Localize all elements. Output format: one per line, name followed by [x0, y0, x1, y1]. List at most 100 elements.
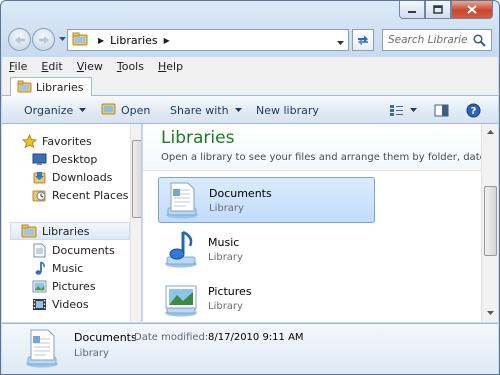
search-box[interactable] [382, 29, 492, 51]
scrollbar-thumb[interactable] [132, 140, 141, 218]
caption-buttons [399, 1, 493, 20]
close-button[interactable] [451, 1, 493, 19]
library-header: Libraries Open a library to see your fil… [143, 124, 481, 171]
menu-tools[interactable]: Tools [117, 60, 144, 73]
recent-pages-dropdown[interactable] [59, 37, 67, 42]
help-icon: ? [466, 103, 481, 117]
downloads-icon [31, 169, 47, 185]
scroll-down-button[interactable] [482, 305, 498, 321]
maximize-button[interactable] [425, 1, 451, 19]
breadcrumb-separator-icon: ▶ [98, 35, 105, 45]
search-input[interactable] [388, 34, 468, 46]
breadcrumb-separator-icon[interactable]: ▶ [164, 36, 170, 45]
documents-library-icon [26, 329, 58, 368]
open-button[interactable]: Open [95, 99, 156, 121]
breadcrumb-libraries[interactable]: Libraries [110, 34, 158, 47]
chevron-up-icon [486, 129, 494, 134]
nav-item-label: Music [52, 261, 84, 275]
nav-item-desktop[interactable]: Desktop [31, 150, 141, 168]
library-kind: Library [209, 202, 244, 214]
details-item-kind: Library [74, 348, 109, 359]
library-name: Documents [209, 186, 272, 200]
menu-tools-label: ools [121, 60, 144, 73]
change-view-button[interactable] [383, 99, 423, 121]
libraries-folder-icon [17, 80, 32, 96]
menu-view-label: iew [84, 60, 103, 73]
back-button[interactable] [8, 28, 31, 51]
details-date-modified-label: Date modified: [134, 332, 209, 343]
menu-edit-label: dit [48, 60, 63, 73]
library-item-pictures[interactable]: Pictures Library [158, 275, 375, 321]
library-item-music[interactable]: Music Library [158, 226, 375, 272]
nav-item-label: Downloads [52, 170, 113, 184]
search-icon[interactable] [473, 34, 486, 50]
nav-item-label: Pictures [52, 279, 96, 293]
chevron-down-icon [59, 37, 66, 41]
music-library-icon [165, 230, 197, 268]
back-arrow-icon [14, 35, 25, 44]
nav-libraries[interactable]: Libraries [10, 222, 130, 240]
chevron-down-icon [410, 107, 417, 112]
chevron-down-icon [79, 107, 87, 112]
star-icon [21, 133, 37, 149]
pictures-library-icon [165, 285, 197, 317]
nav-item-documents[interactable]: Documents [31, 241, 141, 259]
organize-label: Organize [24, 103, 74, 117]
chevron-down-icon [486, 310, 494, 315]
share-with-label: Share with [170, 103, 229, 117]
picture-icon [31, 278, 47, 294]
library-kind: Library [208, 300, 243, 312]
nav-favorites[interactable]: Favorites [21, 132, 141, 150]
address-bar[interactable]: ▶ Libraries ▶ [67, 29, 349, 51]
menu-bar: File Edit View Tools Help [2, 57, 498, 76]
document-icon [31, 242, 47, 258]
preview-pane-button[interactable] [428, 99, 455, 121]
forward-button[interactable] [32, 28, 55, 51]
details-item-name: Documents [74, 331, 137, 344]
music-note-icon [31, 260, 47, 276]
recent-places-icon [31, 187, 47, 203]
libraries-folder-icon [72, 32, 88, 49]
library-item-text: Pictures Library [208, 285, 252, 312]
chevron-down-icon [234, 107, 242, 112]
navigation-pane-scrollbar[interactable] [130, 124, 141, 322]
desktop-icon [31, 151, 47, 167]
nav-item-music[interactable]: Music [31, 259, 141, 277]
share-with-button[interactable]: Share with [164, 99, 248, 121]
content-scrollbar[interactable] [481, 124, 498, 322]
refresh-button[interactable] [352, 29, 374, 51]
documents-library-icon [166, 182, 198, 219]
library-item-documents[interactable]: Documents Library [158, 177, 375, 223]
library-item-text: Documents Library [209, 187, 272, 214]
organize-button[interactable]: Organize [18, 99, 92, 121]
details-pane: Documents Date modified: 8/17/2010 9:11 … [2, 323, 498, 374]
nav-item-videos[interactable]: Videos [31, 295, 141, 313]
menu-file[interactable]: File [9, 60, 27, 73]
nav-item-pictures[interactable]: Pictures [31, 277, 141, 295]
new-library-button[interactable]: New library [250, 99, 325, 121]
minimize-button[interactable] [399, 1, 425, 19]
menu-edit[interactable]: Edit [41, 60, 62, 73]
tab-label: Libraries [36, 81, 84, 94]
tab-strip: Libraries [2, 76, 498, 97]
scrollbar-thumb[interactable] [484, 186, 497, 256]
close-icon [467, 5, 477, 14]
menu-view[interactable]: View [77, 60, 103, 73]
tab-libraries[interactable]: Libraries [10, 77, 92, 97]
nav-item-downloads[interactable]: Downloads [31, 168, 141, 186]
scroll-up-button[interactable] [482, 124, 498, 140]
navigation-buttons [8, 28, 67, 51]
menu-view-accelerator: V [76, 60, 85, 73]
help-button[interactable]: ? [460, 99, 487, 121]
address-dropdown-icon[interactable] [337, 36, 344, 49]
nav-item-recent-places[interactable]: Recent Places [31, 186, 141, 204]
svg-text:?: ? [471, 106, 477, 117]
refresh-icon [358, 35, 368, 46]
open-folder-icon [101, 102, 117, 118]
forward-arrow-icon [38, 35, 49, 44]
library-kind: Library [208, 251, 243, 263]
nav-item-label: Documents [52, 243, 115, 257]
navigation-pane: Favorites Desktop Downloads Recent Place… [2, 124, 142, 322]
menu-help[interactable]: Help [158, 60, 183, 73]
new-library-label: New library [256, 103, 319, 117]
